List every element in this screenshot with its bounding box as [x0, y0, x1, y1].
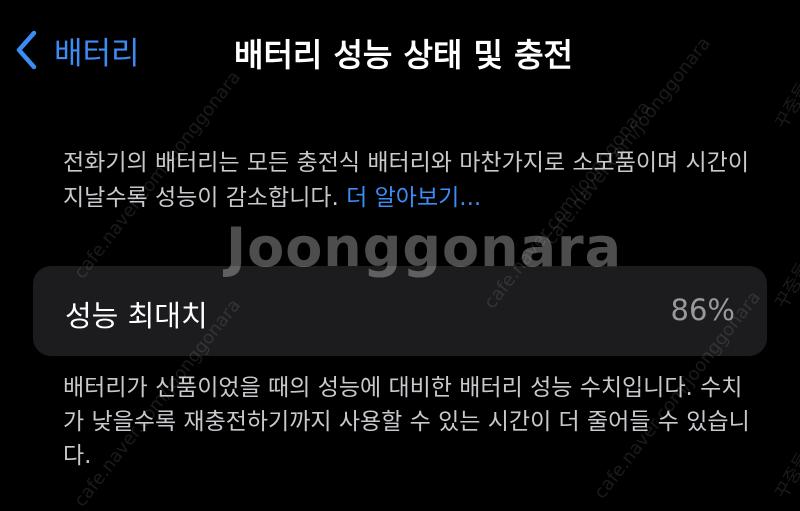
- back-button-label: 배터리: [54, 35, 140, 72]
- watermark-side: 꾸중들: [771, 448, 800, 503]
- chevron-left-icon: [14, 30, 38, 70]
- back-button[interactable]: 배터리: [14, 28, 140, 72]
- capacity-footer-note: 배터리가 신품이었을 때의 성능에 대비한 배터리 성능 수치입니다. 수치가 …: [63, 375, 750, 469]
- intro-description: 전화기의 배터리는 모든 충전식 배터리와 마찬가지로 소모품이며 시간이 지날…: [63, 146, 763, 216]
- maximum-capacity-row: 성능 최대치 86%: [33, 266, 767, 356]
- watermark-side: 꾸중들: [771, 258, 800, 313]
- page-title: 배터리 성능 상태 및 충전: [234, 36, 573, 74]
- navigation-bar: 배터리 배터리 성능 상태 및 충전: [0, 0, 800, 100]
- learn-more-link[interactable]: 더 알아보기...: [346, 185, 481, 211]
- maximum-capacity-value: 86%: [670, 293, 735, 327]
- maximum-capacity-label: 성능 최대치: [65, 299, 208, 333]
